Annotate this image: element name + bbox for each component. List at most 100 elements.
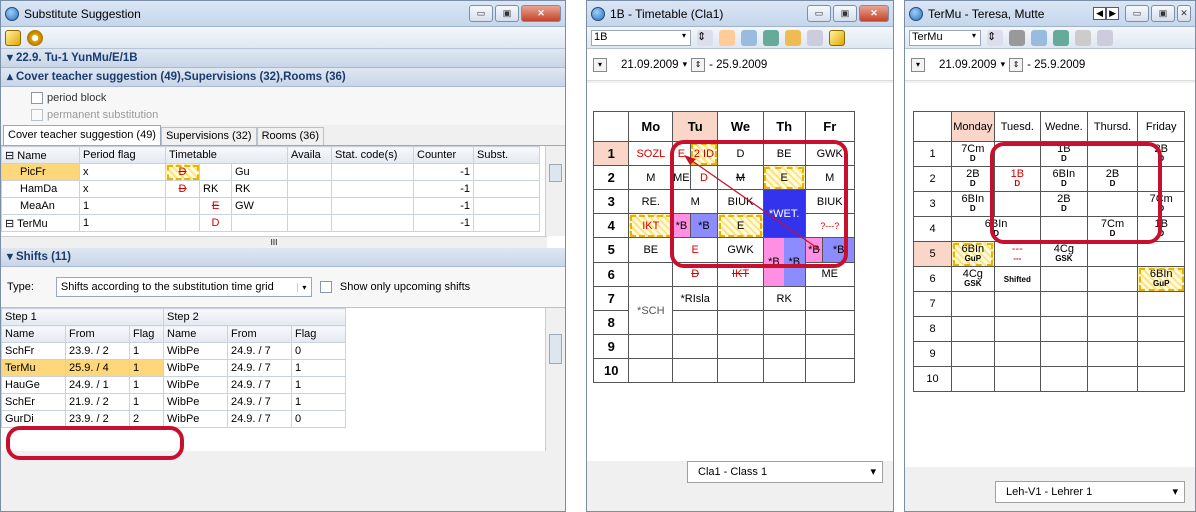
- lesson-cell[interactable]: --- ---: [993, 241, 1042, 267]
- chevron-down-icon[interactable]: ▾: [968, 31, 980, 45]
- spin-icon[interactable]: ⇕: [697, 29, 713, 46]
- chevron-down-icon[interactable]: ▾: [683, 59, 688, 70]
- chevron-down-icon[interactable]: ▾: [870, 462, 876, 482]
- highlight-oval: [670, 140, 848, 268]
- save-icon[interactable]: [763, 29, 779, 46]
- permanent-checkbox[interactable]: [31, 108, 43, 121]
- upcoming-checkbox[interactable]: [319, 281, 332, 293]
- close-button[interactable]: ✕: [521, 5, 561, 22]
- date-from[interactable]: 21.09.2009: [621, 59, 679, 71]
- col-stat-codes[interactable]: Stat. code(s): [331, 146, 414, 164]
- date-from[interactable]: 21.09.2009: [939, 59, 997, 71]
- settings-gear-icon[interactable]: [27, 29, 43, 46]
- table-row[interactable]: GurDi 23.9. / 2 2 WibPe 24.9. / 70: [1, 410, 346, 428]
- table-row[interactable]: SchFr 23.9. / 2 1 WibPe 24.9. / 70: [1, 342, 346, 360]
- date-spinner[interactable]: ⇕: [1009, 57, 1024, 72]
- save-icon[interactable]: [1053, 29, 1069, 46]
- period-block-checkbox[interactable]: [31, 91, 43, 104]
- lesson-cell[interactable]: *RIsla: [672, 286, 719, 311]
- class-status-selector[interactable]: Cla1 - Class 1 ▾: [687, 461, 883, 483]
- col-from[interactable]: From: [65, 325, 130, 343]
- table-row[interactable]: HamDa x D RK RK -1: [1, 180, 540, 198]
- shifts-section-header[interactable]: ▾ Shifts (11): [1, 248, 565, 267]
- col-availa[interactable]: Availa: [287, 146, 332, 164]
- vertical-scrollbar[interactable]: [545, 308, 565, 451]
- chevron-down-icon[interactable]: ▾: [1001, 59, 1006, 70]
- cover-section-header[interactable]: ▴ Cover teacher suggestion (49),Supervis…: [1, 68, 565, 87]
- lesson-cell[interactable]: 4Cg GSK: [951, 266, 995, 292]
- table-row[interactable]: HauGe 24.9. / 1 1 WibPe 24.9. / 71: [1, 376, 346, 394]
- chevron-down-icon[interactable]: ▾: [296, 282, 311, 292]
- maximize-button[interactable]: ▣: [495, 5, 519, 22]
- table-row[interactable]: TerMu 25.9. / 4 1 WibPe 24.9. / 71: [1, 359, 346, 377]
- undo-icon[interactable]: [807, 29, 823, 46]
- date-section-header[interactable]: ▾ 22.9. Tu-1 YunMu/E/1B: [1, 49, 565, 68]
- close-button[interactable]: ✕: [1177, 5, 1191, 22]
- lesson-cell[interactable]: 2B D: [951, 166, 995, 192]
- col-counter[interactable]: Counter: [413, 146, 474, 164]
- teacher-selector[interactable]: TerMu ▾: [909, 29, 981, 46]
- close-button[interactable]: ✕: [859, 5, 889, 22]
- lesson-cell[interactable]: 6BIn GuP: [1137, 266, 1185, 292]
- lesson-cell[interactable]: SOZL: [628, 141, 674, 166]
- undo-icon[interactable]: [1097, 29, 1113, 46]
- period-flag: 1: [79, 197, 166, 215]
- lesson-cell[interactable]: BE: [628, 237, 674, 263]
- lesson-cell[interactable]: M: [628, 165, 674, 190]
- next-arrow-icon[interactable]: ▶: [1106, 7, 1119, 20]
- edit-pencil-icon[interactable]: [5, 29, 21, 46]
- minimize-button[interactable]: ▭: [807, 5, 831, 22]
- minimize-button[interactable]: ▭: [469, 5, 493, 22]
- table-row[interactable]: SchEr 21.9. / 2 1 WibPe 24.9. / 71: [1, 393, 346, 411]
- spin-icon[interactable]: ⇕: [987, 29, 1003, 46]
- col-name[interactable]: Name: [163, 325, 228, 343]
- col-flag[interactable]: Flag: [291, 325, 346, 343]
- col-from[interactable]: From: [227, 325, 292, 343]
- lock-icon[interactable]: [1075, 29, 1091, 46]
- maximize-button[interactable]: ▣: [833, 5, 857, 22]
- chevron-down-icon[interactable]: ▾: [678, 31, 690, 45]
- app-globe-icon: [5, 6, 19, 21]
- col-period-flag[interactable]: Period flag: [79, 146, 166, 164]
- tab-rooms[interactable]: Rooms (36): [256, 127, 325, 145]
- lesson-cell[interactable]: IKT: [628, 213, 674, 238]
- maximize-button[interactable]: ▣: [1151, 5, 1175, 22]
- table-row[interactable]: ⊟ TerMu 1 D -1: [1, 214, 540, 232]
- collapse-arrow-icon[interactable]: ▾: [911, 57, 925, 72]
- users-icon[interactable]: [719, 29, 735, 46]
- lesson-cell[interactable]: RK: [762, 286, 806, 311]
- lock-icon[interactable]: [785, 29, 801, 46]
- tab-supervisions[interactable]: Supervisions (32): [160, 127, 257, 145]
- grid-icon[interactable]: [741, 29, 757, 46]
- prev-arrow-icon[interactable]: ◀: [1093, 7, 1107, 20]
- vertical-scrollbar[interactable]: [545, 146, 565, 236]
- col-name[interactable]: ⊟ Name: [1, 146, 80, 164]
- horizontal-scrollbar[interactable]: III: [1, 236, 547, 248]
- chevron-down-icon[interactable]: ▾: [1172, 482, 1178, 502]
- lesson-cell[interactable]: RE.: [628, 189, 674, 214]
- lesson-cell[interactable]: 6BIn D: [951, 191, 995, 217]
- col-timetable[interactable]: Timetable: [165, 146, 288, 164]
- col-flag[interactable]: Flag: [129, 325, 164, 343]
- lesson-cell[interactable]: *SCH: [628, 286, 674, 335]
- table-row[interactable]: PicFr x D Gu -1: [1, 163, 540, 181]
- teacher-icon[interactable]: [1009, 29, 1025, 46]
- lesson-cell[interactable]: 4Cg GSK: [1040, 241, 1088, 267]
- col-name[interactable]: Name: [1, 325, 66, 343]
- collapse-arrow-icon[interactable]: ▾: [593, 57, 607, 72]
- tab-cover-teacher[interactable]: Cover teacher suggestion (49): [3, 125, 161, 145]
- timetable-cell: RK: [231, 180, 288, 198]
- table-row[interactable]: MeaAn 1 E GW -1: [1, 197, 540, 215]
- teacher-status-selector[interactable]: Leh-V1 - Lehrer 1 ▾: [995, 481, 1185, 503]
- minimize-button[interactable]: ▭: [1125, 5, 1149, 22]
- grid-icon[interactable]: [1031, 29, 1047, 46]
- lesson-cell[interactable]: Shifted: [993, 266, 1042, 292]
- col-subst[interactable]: Subst.: [473, 146, 540, 164]
- type-select[interactable]: Shifts according to the substitution tim…: [55, 277, 312, 297]
- scroll-grip[interactable]: III: [271, 238, 278, 247]
- lesson-cell[interactable]: 6BIn GuP: [951, 241, 995, 267]
- class-selector[interactable]: 1B ▾: [591, 29, 691, 46]
- date-spinner[interactable]: ⇕: [691, 57, 706, 72]
- edit-pencil-icon[interactable]: [829, 29, 845, 46]
- lesson-cell[interactable]: 7Cm D: [951, 141, 995, 167]
